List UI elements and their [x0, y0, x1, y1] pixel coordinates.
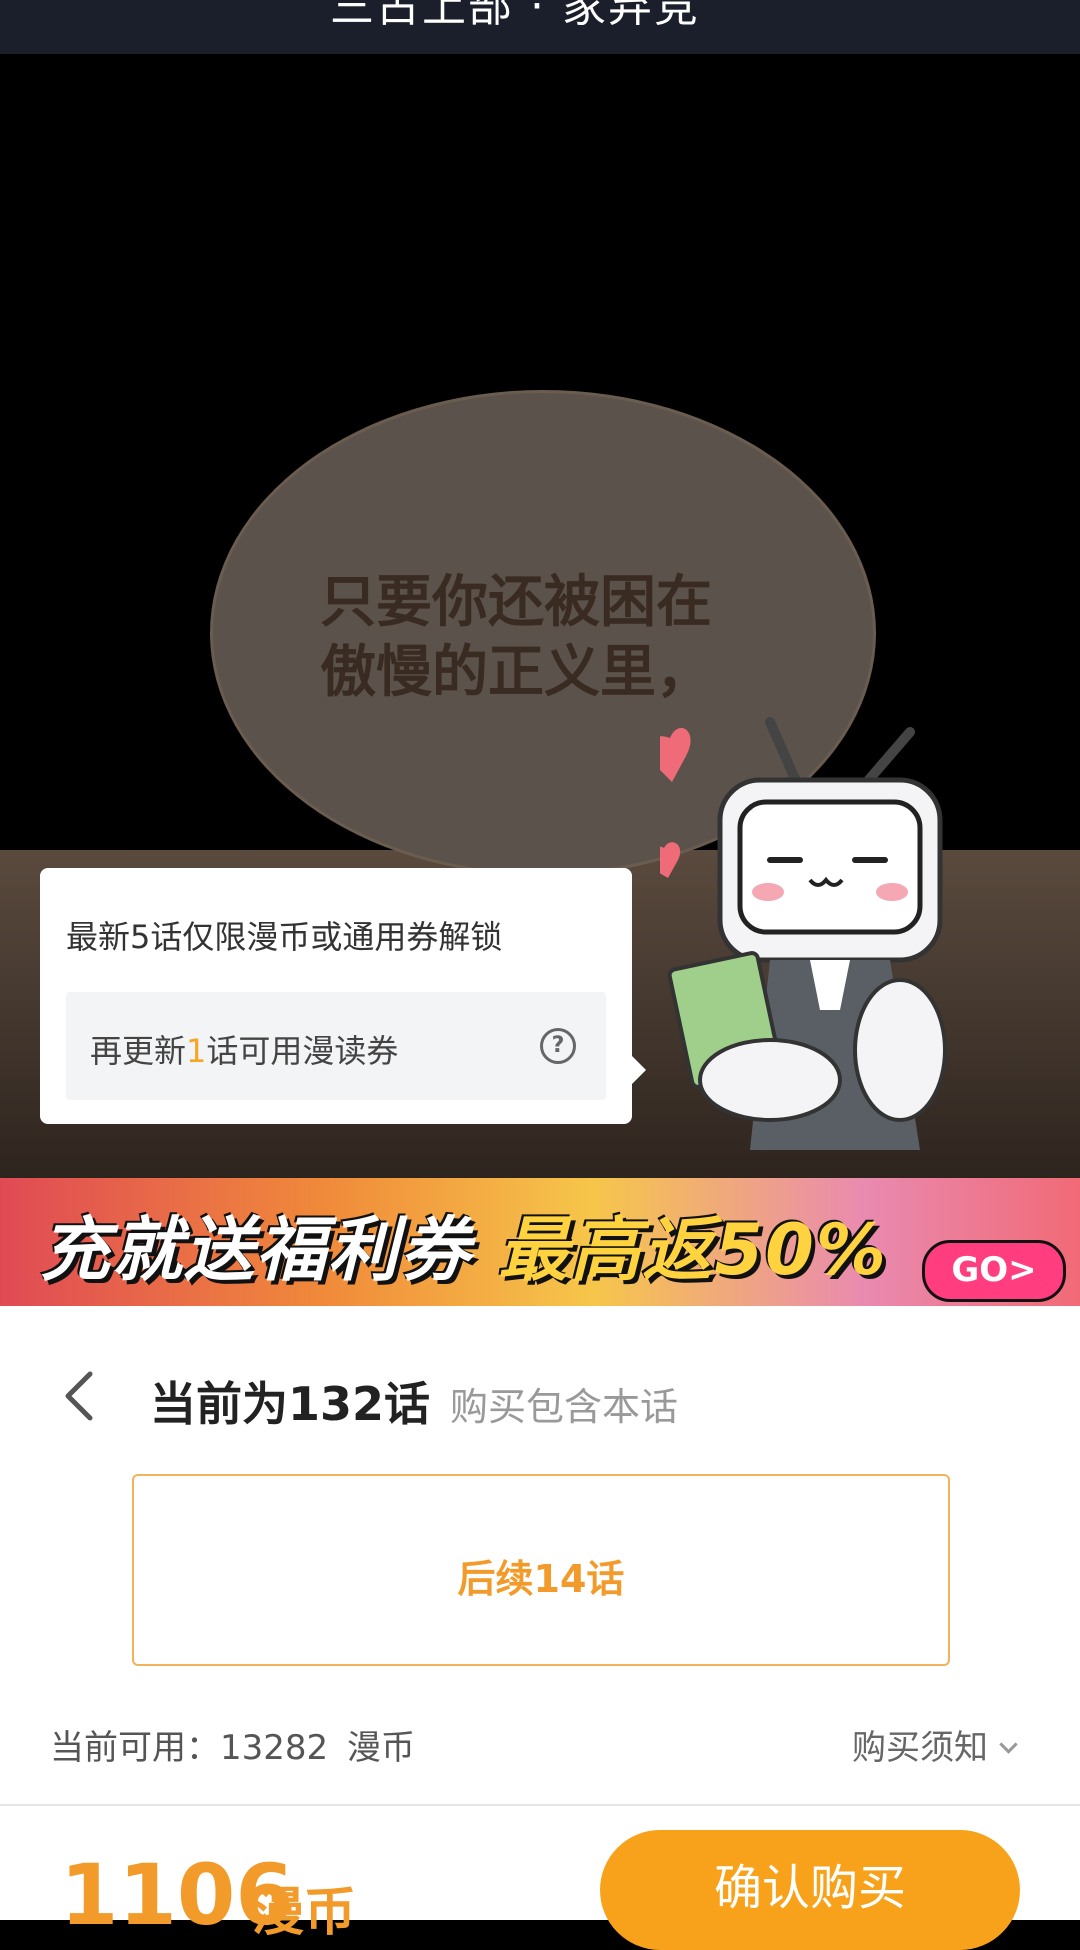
speech-bubble-text: 只要你还被困在 傲慢的正义里，: [320, 568, 800, 708]
popover-arrow: [632, 1056, 646, 1084]
help-icon[interactable]: ?: [540, 1028, 576, 1064]
tv-mascot-icon: [660, 717, 947, 1150]
promo-banner-text: 充就送福利券 最高返50%: [40, 1194, 888, 1295]
balance-value: 13282: [220, 1728, 329, 1768]
promo-banner[interactable]: 充就送福利券 最高返50% GO>: [0, 1178, 1080, 1306]
purchase-panel: 当前为132话 购买包含本话 后续14话 当前可用：13282 漫币 购买须知 …: [0, 1306, 1080, 1950]
current-chapter-title: 当前为132话: [150, 1377, 431, 1431]
promo-highlight-text: 最高返50%: [498, 1209, 888, 1291]
unlock-rule-text: 最新5话仅限漫币或通用券解锁: [66, 918, 503, 956]
speech-line-2: 傲慢的正义里，: [320, 640, 712, 705]
purchase-includes-text: 购买包含本话: [450, 1385, 679, 1429]
coupon-hint-suffix: 话可用漫读券: [206, 1032, 399, 1070]
purchase-option-next-chapters[interactable]: 后续14话: [132, 1474, 950, 1666]
chevron-down-icon: [999, 1735, 1018, 1754]
unlock-info-popover: 最新5话仅限漫币或通用券解锁 再更新1话可用漫读券 ?: [40, 868, 632, 1124]
back-arrow-icon[interactable]: [56, 1366, 104, 1426]
speech-line-1: 只要你还被困在: [320, 570, 712, 635]
balance-row: 当前可用：13282 漫币: [50, 1720, 415, 1769]
confirm-purchase-button[interactable]: 确认购买: [600, 1830, 1020, 1950]
coupon-hint-prefix: 再更新: [90, 1032, 187, 1070]
purchase-notice-link[interactable]: 购买须知: [852, 1720, 1018, 1769]
coupon-hint-text: 再更新1话可用漫读券: [90, 1026, 398, 1072]
divider: [0, 1804, 1080, 1806]
balance-unit: 漫币: [346, 1728, 415, 1768]
coupon-hint-number: 1: [186, 1032, 207, 1070]
purchase-notice-label: 购买须知: [852, 1728, 988, 1768]
balance-label: 当前可用：: [50, 1728, 220, 1768]
coupon-hint-box[interactable]: 再更新1话可用漫读券 ?: [66, 992, 606, 1100]
promo-main-text: 充就送福利券: [40, 1209, 472, 1291]
price-unit: 漫币: [252, 1883, 357, 1943]
chapter-title: 三占上部 · 家弃竞: [330, 0, 700, 32]
top-bar: 三占上部 · 家弃竞: [0, 0, 1080, 54]
purchase-option-label: 后续14话: [457, 1557, 625, 1601]
promo-go-button[interactable]: GO>: [922, 1240, 1066, 1302]
